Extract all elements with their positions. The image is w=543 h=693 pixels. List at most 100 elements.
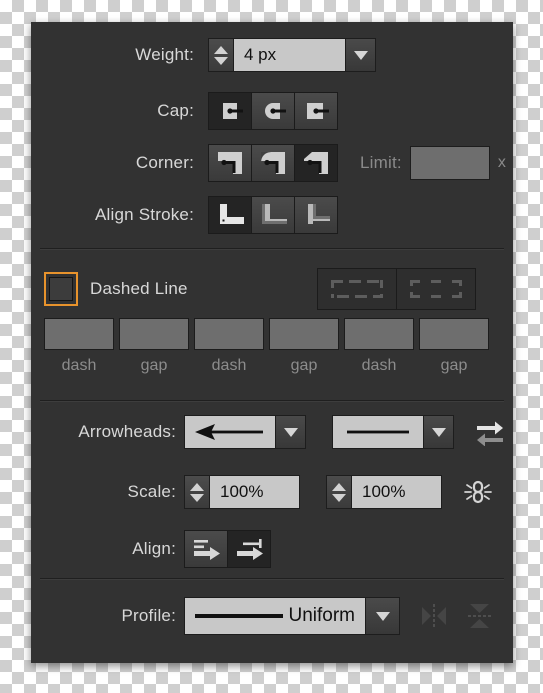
align-stroke-inside-button[interactable]: [252, 197, 294, 233]
section-divider-3: [40, 578, 504, 580]
align-stroke-center-button[interactable]: [209, 197, 251, 233]
align-arrowheads-row: Align:: [31, 530, 513, 568]
chevron-down-icon: [353, 50, 368, 60]
cap-row: Cap:: [31, 92, 513, 130]
weight-input[interactable]: 4 px: [234, 38, 346, 72]
dash-field-4-label: dash: [361, 357, 397, 374]
dash-field-2[interactable]: [194, 318, 264, 350]
dashed-line-checkbox-focus-ring: [44, 272, 78, 306]
arrowhead-end-dropdown-button[interactable]: [424, 415, 454, 449]
plain-line-preview-icon: [347, 430, 409, 434]
triangle-up-icon[interactable]: [190, 482, 204, 491]
dashed-line-checkbox[interactable]: [49, 277, 73, 301]
extend-arrow-tip-beyond-end-button[interactable]: [185, 531, 227, 567]
align-stroke-row: Align Stroke:: [31, 196, 513, 234]
cap-projecting-button[interactable]: [295, 93, 337, 129]
place-arrow-tip-at-end-icon: [237, 539, 263, 560]
scale-end-input[interactable]: 100%: [352, 475, 442, 509]
scale-end-stepper[interactable]: [326, 475, 352, 509]
profile-label: Profile:: [121, 606, 176, 625]
chevron-down-icon: [431, 427, 446, 437]
dash-field-0-label: dash: [61, 357, 97, 374]
miter-join-icon: [218, 152, 242, 174]
limit-input[interactable]: [409, 146, 490, 180]
chevron-down-icon: [375, 611, 390, 621]
round-join-icon: [261, 152, 285, 174]
triangle-up-icon[interactable]: [332, 482, 346, 491]
weight-dropdown-button[interactable]: [346, 38, 376, 72]
round-cap-icon: [265, 103, 286, 119]
profile-dropdown-button[interactable]: [366, 597, 400, 635]
flip-horizontal-icon: [422, 604, 446, 627]
dash-preserve-exact-button[interactable]: [317, 269, 396, 309]
flip-vertical-icon: [468, 604, 491, 628]
projecting-cap-icon: [307, 103, 329, 119]
dash-field-3[interactable]: [269, 318, 339, 350]
stroke-panel: Weight: 4 px Cap: Corner: Limit: x Align…: [31, 22, 513, 663]
section-divider-2: [40, 400, 504, 402]
triangle-down-icon[interactable]: [214, 56, 228, 65]
align-stroke-outside-button[interactable]: [295, 197, 337, 233]
arrowheads-row: Arrowheads:: [31, 412, 513, 452]
dash-pattern-group: [316, 268, 476, 310]
section-divider-1: [40, 248, 504, 250]
corner-row: Corner: Limit: x: [31, 144, 513, 182]
corner-bevel-button[interactable]: [295, 145, 337, 181]
limit-suffix: x: [497, 154, 506, 171]
limit-label: Limit:: [360, 153, 402, 172]
link-broken-icon: [464, 480, 492, 504]
corner-miter-button[interactable]: [209, 145, 251, 181]
bevel-join-icon: [304, 152, 328, 174]
butt-cap-icon: [223, 103, 243, 119]
dashed-line-row: Dashed Line: [31, 268, 513, 310]
dash-field-0-wrap: dash: [44, 318, 114, 375]
arrowhead-start-preview[interactable]: [184, 415, 276, 449]
place-arrow-tip-at-end-button[interactable]: [228, 531, 270, 567]
arrowheads-swap-button[interactable]: [468, 412, 512, 452]
triangle-down-icon[interactable]: [190, 493, 204, 502]
chevron-down-icon: [283, 427, 298, 437]
weight-stepper[interactable]: [208, 38, 234, 72]
cap-round-button[interactable]: [252, 93, 294, 129]
scale-start-input[interactable]: 100%: [210, 475, 300, 509]
corner-round-button[interactable]: [252, 145, 294, 181]
dash-field-2-wrap: dash: [194, 318, 264, 375]
dash-field-5-wrap: gap: [419, 318, 489, 375]
dash-adjust-to-corners-icon: [409, 280, 462, 298]
align-stroke-button-group: [208, 196, 338, 234]
cap-button-group: [208, 92, 338, 130]
weight-label: Weight:: [135, 45, 194, 64]
dash-field-0[interactable]: [44, 318, 114, 350]
extend-arrow-tip-beyond-end-icon: [194, 540, 220, 560]
dash-field-1[interactable]: [119, 318, 189, 350]
dash-field-4-wrap: dash: [344, 318, 414, 375]
profile-row: Profile: Uniform: [31, 596, 513, 636]
dash-field-5[interactable]: [419, 318, 489, 350]
triangle-down-icon[interactable]: [332, 493, 346, 502]
weight-row: Weight: 4 px: [31, 38, 513, 72]
triangle-up-icon[interactable]: [214, 45, 228, 54]
corner-label: Corner:: [135, 153, 194, 172]
scale-start-stepper[interactable]: [184, 475, 210, 509]
arrowhead-start-dropdown-button[interactable]: [276, 415, 306, 449]
profile-flip-vertical-button[interactable]: [458, 596, 502, 636]
dash-gap-fields-row: dash gap dash gap dash gap: [44, 318, 504, 375]
dash-adjust-to-corners-button[interactable]: [396, 269, 475, 309]
scale-link-button[interactable]: [456, 472, 500, 512]
arrow-left-preview-icon: [195, 424, 263, 440]
arrowhead-end-preview[interactable]: [332, 415, 424, 449]
profile-select[interactable]: Uniform: [184, 597, 366, 635]
dash-field-2-label: dash: [211, 357, 247, 374]
scale-label: Scale:: [127, 482, 176, 501]
dash-preserve-exact-icon: [330, 280, 383, 298]
cap-butt-button[interactable]: [209, 93, 251, 129]
profile-flip-horizontal-button[interactable]: [412, 596, 456, 636]
align-stroke-center-icon: [220, 204, 244, 224]
profile-value: Uniform: [288, 605, 355, 626]
dashed-line-label: Dashed Line: [90, 279, 188, 298]
dash-field-1-label: gap: [140, 357, 168, 374]
dash-field-4[interactable]: [344, 318, 414, 350]
cap-label: Cap:: [157, 101, 194, 120]
align-stroke-inside-icon: [262, 204, 287, 224]
dash-field-3-wrap: gap: [269, 318, 339, 375]
